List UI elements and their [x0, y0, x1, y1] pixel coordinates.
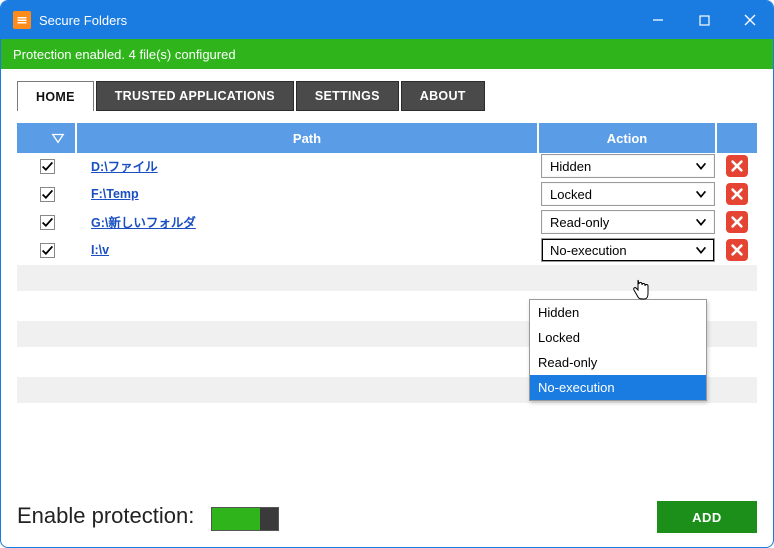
select-value: Read-only [550, 215, 609, 230]
column-header-action[interactable]: Action [539, 123, 717, 153]
folder-grid: Path Action D:\ファイル Hidden F:\Temp Locke… [17, 123, 757, 405]
bottom-bar: Enable protection: ADD [17, 501, 757, 533]
path-link[interactable]: D:\ファイル [91, 160, 158, 174]
path-link[interactable]: F:\Temp [91, 187, 139, 201]
app-icon [13, 11, 31, 29]
row-checkbox[interactable] [40, 159, 55, 174]
toggle-knob [260, 508, 278, 530]
tab-label: HOME [36, 90, 75, 104]
check-icon [41, 216, 54, 229]
window-title: Secure Folders [39, 13, 127, 28]
enable-protection-label: Enable protection: [17, 503, 194, 528]
x-icon [730, 187, 744, 201]
tab-bar: HOME TRUSTED APPLICATIONS SETTINGS ABOUT [17, 81, 757, 111]
action-select[interactable]: Read-only [541, 210, 715, 234]
minimize-button[interactable] [635, 1, 681, 39]
check-icon [41, 244, 54, 257]
enable-protection-toggle[interactable] [211, 507, 279, 531]
action-dropdown: Hidden Locked Read-only No-execution [529, 299, 707, 401]
column-header-path[interactable]: Path [77, 123, 539, 153]
dropdown-option[interactable]: No-execution [530, 375, 706, 400]
chevron-down-icon [694, 215, 708, 229]
path-link[interactable]: G:\新しいフォルダ [91, 216, 196, 230]
row-checkbox[interactable] [40, 187, 55, 202]
tab-label: TRUSTED APPLICATIONS [115, 89, 275, 103]
x-icon [730, 215, 744, 229]
column-header-checkbox[interactable] [17, 123, 77, 153]
check-icon [41, 188, 54, 201]
delete-button[interactable] [726, 239, 748, 261]
table-row: G:\新しいフォルダ Read-only [17, 209, 757, 237]
tab-label: ABOUT [420, 89, 466, 103]
tab-settings[interactable]: SETTINGS [296, 81, 399, 111]
close-button[interactable] [727, 1, 773, 39]
column-header-delete [717, 123, 757, 153]
chevron-down-icon [694, 187, 708, 201]
maximize-button[interactable] [681, 1, 727, 39]
column-label: Action [607, 131, 647, 146]
x-icon [730, 243, 744, 257]
dropdown-option[interactable]: Hidden [530, 300, 706, 325]
row-checkbox[interactable] [40, 243, 55, 258]
select-value: Hidden [550, 159, 591, 174]
column-label: Path [293, 131, 321, 146]
window-controls [635, 1, 773, 39]
chevron-down-icon [694, 243, 708, 257]
enable-protection-group: Enable protection: [17, 503, 279, 531]
action-select[interactable]: Hidden [541, 154, 715, 178]
dropdown-option[interactable]: Locked [530, 325, 706, 350]
delete-button[interactable] [726, 155, 748, 177]
delete-button[interactable] [726, 183, 748, 205]
button-label: ADD [692, 510, 722, 525]
table-row: F:\Temp Locked [17, 181, 757, 209]
check-icon [41, 160, 54, 173]
grid-header: Path Action [17, 123, 757, 153]
add-button[interactable]: ADD [657, 501, 757, 533]
select-value: Locked [550, 187, 592, 202]
sort-desc-icon [51, 131, 65, 145]
status-bar: Protection enabled. 4 file(s) configured [1, 39, 773, 69]
chevron-down-icon [694, 159, 708, 173]
close-icon [744, 14, 756, 26]
path-link[interactable]: I:\v [91, 243, 109, 257]
status-text: Protection enabled. 4 file(s) configured [13, 47, 236, 62]
titlebar[interactable]: Secure Folders [1, 1, 773, 39]
select-value: No-execution [550, 243, 627, 258]
row-checkbox[interactable] [40, 215, 55, 230]
delete-button[interactable] [726, 211, 748, 233]
tab-about[interactable]: ABOUT [401, 81, 485, 111]
action-select[interactable]: Locked [541, 182, 715, 206]
x-icon [730, 159, 744, 173]
action-select[interactable]: No-execution [541, 238, 715, 262]
empty-row [17, 265, 757, 293]
tab-label: SETTINGS [315, 89, 380, 103]
maximize-icon [699, 15, 710, 26]
minimize-icon [652, 14, 664, 26]
table-row: D:\ファイル Hidden [17, 153, 757, 181]
dropdown-option[interactable]: Read-only [530, 350, 706, 375]
table-row: I:\v No-execution [17, 237, 757, 265]
content-area: HOME TRUSTED APPLICATIONS SETTINGS ABOUT… [1, 69, 773, 547]
tab-trusted-applications[interactable]: TRUSTED APPLICATIONS [96, 81, 294, 111]
tab-home[interactable]: HOME [17, 81, 94, 111]
app-window: Secure Folders Protection enabled. 4 fil… [0, 0, 774, 548]
